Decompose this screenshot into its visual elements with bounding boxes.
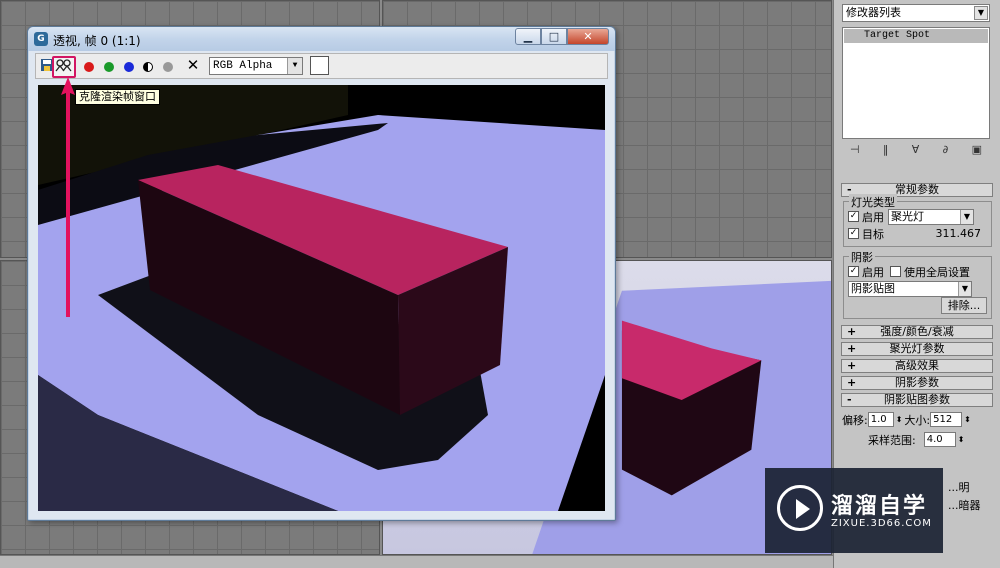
target-checkbox[interactable]: ✓: [848, 228, 859, 239]
target-label: 目标: [862, 227, 884, 241]
modifier-list-select[interactable]: 修改器列表 ▼: [842, 4, 990, 22]
clear-icon[interactable]: ✕: [185, 57, 201, 73]
light-type-select[interactable]: 聚光灯 ▼: [888, 208, 974, 225]
bias-label: 偏移:: [842, 413, 868, 427]
render-window-title: 透视, 帧 0 (1:1): [53, 34, 141, 48]
shadows-enable-checkbox[interactable]: ✓: [848, 266, 859, 277]
modifier-stack[interactable]: Target Spot: [842, 27, 990, 139]
blue-channel-toggle[interactable]: [124, 62, 134, 72]
spinner-icon[interactable]: ⬍: [958, 435, 965, 444]
rollup-advanced[interactable]: + 高级效果: [841, 359, 993, 373]
stack-tools: ⊣ ‖ ∀ ∂ ▣: [842, 143, 990, 161]
watermark-title: 溜溜自学: [831, 494, 928, 519]
size-spinner[interactable]: 512: [930, 412, 963, 427]
chevron-down-icon: ▼: [958, 281, 971, 296]
size-label: 大小:: [904, 413, 931, 427]
render-toolbar: ✕ RGB Alpha ▼: [35, 53, 608, 79]
make-unique-icon[interactable]: ∀: [912, 143, 920, 161]
rollup-shadow-map-params[interactable]: - 阴影贴图参数: [841, 393, 993, 407]
pointer-arrow: [61, 77, 75, 317]
bias-spinner[interactable]: 1.0: [867, 412, 894, 427]
partial-label-1: ...明: [948, 480, 970, 494]
channel-select-value: RGB Alpha: [213, 60, 273, 72]
render-window-titlebar[interactable]: G 透视, 帧 0 (1:1) ▁ □ ✕: [28, 27, 615, 51]
configure-sets-icon[interactable]: ▣: [972, 143, 982, 161]
sample-range-spinner[interactable]: 4.0: [923, 432, 956, 447]
chevron-down-icon: ▼: [960, 209, 973, 224]
app-logo-icon: G: [34, 32, 48, 46]
partial-label-2: ...暗器: [948, 498, 981, 512]
sample-range-label: 采样范围:: [868, 433, 916, 447]
light-enable-checkbox[interactable]: ✓: [848, 211, 859, 222]
use-global-checkbox[interactable]: [890, 266, 901, 277]
chevron-down-icon: ▼: [287, 58, 302, 74]
light-enable-label: 启用: [862, 210, 884, 224]
rollup-spotlight[interactable]: + 聚光灯参数: [841, 342, 993, 356]
target-distance: 311.467: [935, 227, 982, 240]
rollup-intensity[interactable]: + 强度/颜色/衰减: [841, 325, 993, 339]
green-channel-toggle[interactable]: [104, 62, 114, 72]
spinner-icon[interactable]: ⬍: [896, 415, 903, 424]
shadow-type-select[interactable]: 阴影贴图 ▼: [848, 280, 972, 297]
show-end-result-icon[interactable]: ‖: [883, 143, 889, 161]
rollup-shadow-params[interactable]: + 阴影参数: [841, 376, 993, 390]
spinner-icon[interactable]: ⬍: [964, 415, 971, 424]
alpha-channel-toggle[interactable]: [143, 62, 153, 72]
clone-render-frame-icon: [55, 59, 72, 72]
monochrome-toggle[interactable]: [163, 62, 173, 72]
close-button[interactable]: ✕: [567, 28, 609, 45]
clone-render-frame-button[interactable]: [52, 56, 76, 78]
render-canvas: [38, 85, 605, 511]
red-channel-toggle[interactable]: [84, 62, 94, 72]
play-logo-icon: [777, 485, 823, 531]
watermark-subtitle: ZIXUE.3D66.COM: [831, 518, 932, 529]
status-bar: [0, 555, 833, 568]
watermark: 溜溜自学 ZIXUE.3D66.COM: [765, 468, 943, 553]
clone-render-frame-tooltip: 克隆渲染帧窗口: [75, 89, 160, 105]
exclude-button[interactable]: 排除...: [941, 297, 987, 314]
chevron-down-icon: ▼: [974, 6, 988, 20]
shadows-group: 阴影 ✓ 启用 使用全局设置 阴影贴图 ▼ 排除...: [843, 249, 992, 319]
modifier-list-label: 修改器列表: [846, 6, 901, 19]
color-swatch[interactable]: [310, 56, 329, 75]
rendered-scene: [38, 85, 605, 511]
channel-select[interactable]: RGB Alpha ▼: [209, 57, 303, 75]
light-type-group: 灯光类型 ✓ 启用 聚光灯 ▼ ✓ 目标 311.467: [843, 194, 992, 247]
remove-modifier-icon[interactable]: ∂: [943, 143, 949, 161]
minimize-button[interactable]: ▁: [515, 28, 541, 45]
pin-stack-icon[interactable]: ⊣: [850, 143, 860, 161]
stack-item-target-spot[interactable]: Target Spot: [844, 29, 988, 43]
maximize-button[interactable]: □: [541, 28, 567, 45]
